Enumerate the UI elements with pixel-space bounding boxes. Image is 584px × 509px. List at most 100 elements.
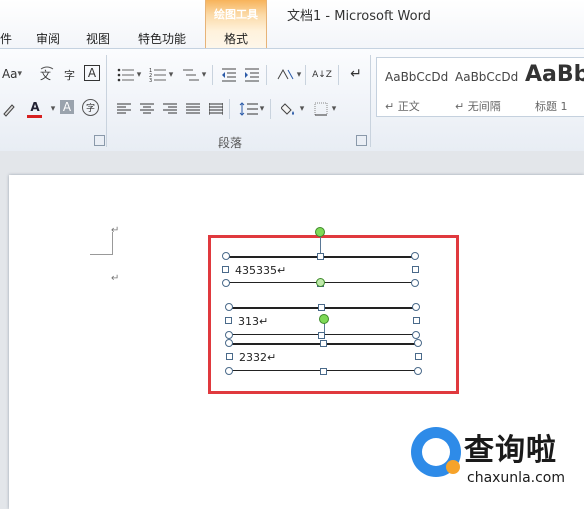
highlight-pen-icon[interactable]: [0, 100, 18, 118]
border-letter: A: [87, 66, 97, 80]
resize-handle-side[interactable]: [320, 340, 327, 347]
style-name: ↵ 正文: [385, 100, 420, 113]
style-sample: AaBb: [525, 62, 584, 87]
borders-icon[interactable]: [312, 100, 330, 118]
font-color-icon[interactable]: A: [26, 98, 44, 116]
resize-handle-corner[interactable]: [225, 367, 233, 375]
decrease-indent-icon[interactable]: [220, 66, 238, 84]
chinese-layout-icon[interactable]: [275, 65, 297, 83]
resize-handle-corner[interactable]: [414, 339, 422, 347]
icon-separator: [305, 65, 306, 85]
title-bar: 件 审阅 视图 特色功能 绘图工具 格式 文档1 - Microsoft Wor…: [0, 0, 584, 48]
resize-handle-corner[interactable]: [414, 367, 422, 375]
multilevel-dropdown-icon[interactable]: ▾: [200, 66, 208, 84]
enclosed-char-icon[interactable]: 字: [82, 99, 99, 116]
character-border-icon[interactable]: A: [84, 65, 100, 81]
line-spacing-icon[interactable]: [238, 100, 260, 118]
watermark-text-cn: 查询啦: [464, 433, 557, 468]
resize-handle-corner[interactable]: [222, 279, 230, 287]
show-marks-icon[interactable]: ↵: [347, 65, 365, 83]
resize-handle-corner[interactable]: [412, 303, 420, 311]
numbering-icon[interactable]: 123: [147, 66, 169, 84]
tab-review[interactable]: 审阅: [36, 30, 60, 47]
resize-handle-side[interactable]: [222, 266, 229, 273]
resize-handle-side[interactable]: [413, 317, 420, 324]
resize-handle-side[interactable]: [415, 353, 422, 360]
resize-handle-corner[interactable]: [411, 279, 419, 287]
text-box-1-content[interactable]: 435335↵: [235, 264, 286, 277]
resize-handle-side[interactable]: [412, 266, 419, 273]
font-color-bar: [27, 115, 42, 118]
style-normal[interactable]: AaBbCcDd ↵ 正文: [381, 60, 448, 114]
text-box-3-content[interactable]: 2332↵: [239, 351, 276, 364]
resize-handle-side[interactable]: [318, 332, 325, 339]
distributed-icon[interactable]: [207, 100, 225, 118]
change-case-icon[interactable]: Aa ▾: [0, 65, 24, 83]
justify-icon[interactable]: [184, 100, 202, 118]
contextual-group-title: 绘图工具: [214, 8, 258, 21]
styles-gallery: AaBbCcDd ↵ 正文 AaBbCcDd ↵ 无间隔 AaBb 标题 1: [376, 57, 584, 117]
contextual-tab-drawing-tools[interactable]: 绘图工具 格式: [205, 0, 267, 48]
resize-handle-side[interactable]: [320, 368, 327, 375]
rotate-handle[interactable]: [315, 227, 325, 237]
rotate-handle[interactable]: [316, 278, 325, 287]
group-separator: [370, 55, 371, 147]
borders-dropdown-icon[interactable]: ▾: [330, 100, 338, 118]
watermark-text-en: chaxunla.com: [467, 470, 565, 486]
sort-label: A↓Z: [312, 70, 332, 80]
tab-special-features[interactable]: 特色功能: [138, 30, 186, 47]
style-sample: AaBbCcDd: [455, 70, 519, 84]
line-spacing-dropdown-icon[interactable]: ▾: [258, 100, 266, 118]
bullets-icon[interactable]: [115, 66, 137, 84]
resize-handle-side[interactable]: [317, 253, 324, 260]
paragraph-mark: ↵: [111, 273, 120, 284]
resize-handle-corner[interactable]: [225, 303, 233, 311]
font-color-letter: A: [30, 100, 40, 114]
resize-handle-corner[interactable]: [412, 331, 420, 339]
paragraph-dialog-launcher-icon[interactable]: [356, 135, 367, 146]
enclose-characters-icon[interactable]: 字: [62, 65, 80, 83]
align-right-icon[interactable]: [161, 100, 179, 118]
chinese-layout-dropdown-icon[interactable]: ▾: [295, 66, 303, 84]
multilevel-list-icon[interactable]: [180, 66, 202, 84]
text-box-2-content[interactable]: 313↵: [238, 315, 268, 328]
resize-handle-side[interactable]: [225, 317, 232, 324]
svg-text:3: 3: [149, 78, 152, 82]
resize-handle-side[interactable]: [226, 353, 233, 360]
watermark-logo-inner: [422, 438, 450, 466]
icon-separator: [229, 99, 230, 119]
phonetic-guide-icon[interactable]: 文: [38, 65, 56, 83]
rotate-handle[interactable]: [319, 314, 329, 324]
shade-letter: A: [62, 100, 72, 114]
paragraph-mark: ↵: [111, 225, 120, 236]
margin-corner-mark: [90, 232, 113, 255]
shading-bucket-icon[interactable]: [280, 100, 300, 118]
bullets-dropdown-icon[interactable]: ▾: [135, 66, 143, 84]
group-separator: [106, 55, 107, 147]
resize-handle-corner[interactable]: [225, 331, 233, 339]
sort-icon[interactable]: A↓Z: [312, 66, 332, 84]
style-name: 标题 1: [535, 100, 568, 113]
icon-separator: [270, 99, 271, 119]
character-shading-icon[interactable]: A: [60, 100, 74, 114]
resize-handle-corner[interactable]: [222, 252, 230, 260]
style-heading-1[interactable]: AaBb 标题 1: [521, 60, 584, 114]
tab-format[interactable]: 格式: [206, 30, 266, 47]
svg-text:文: 文: [40, 68, 51, 82]
font-dialog-launcher-icon[interactable]: [94, 135, 105, 146]
icon-separator: [266, 65, 267, 85]
resize-handle-side[interactable]: [318, 304, 325, 311]
align-center-icon[interactable]: [138, 100, 156, 118]
resize-handle-corner[interactable]: [411, 252, 419, 260]
watermark-logo-icon: [411, 427, 461, 477]
increase-indent-icon[interactable]: [243, 66, 261, 84]
numbering-dropdown-icon[interactable]: ▾: [167, 66, 175, 84]
style-name: ↵ 无间隔: [455, 100, 501, 113]
window-title: 文档1 - Microsoft Word: [287, 9, 431, 24]
style-no-spacing[interactable]: AaBbCcDd ↵ 无间隔: [451, 60, 519, 114]
resize-handle-corner[interactable]: [225, 339, 233, 347]
tab-view[interactable]: 视图: [86, 30, 110, 47]
shading-dropdown-icon[interactable]: ▾: [298, 100, 306, 118]
align-left-icon[interactable]: [115, 100, 133, 118]
tab-file[interactable]: 件: [0, 30, 12, 47]
